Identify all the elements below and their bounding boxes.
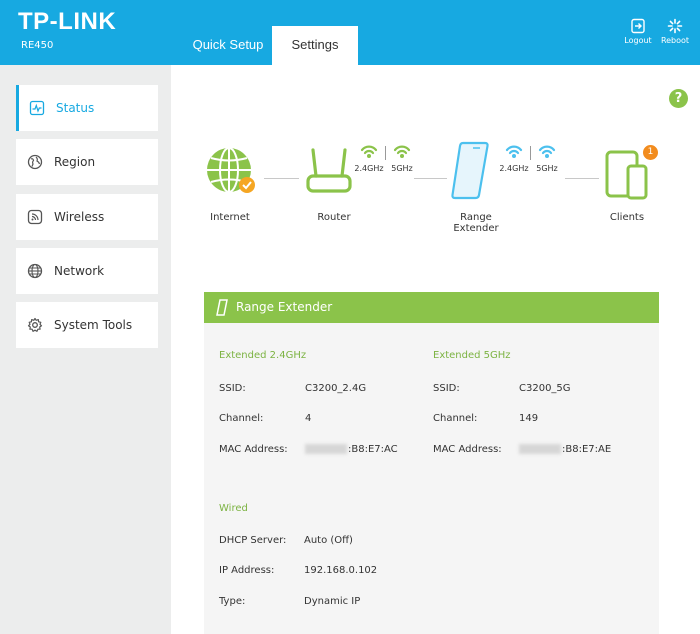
range-extender-label: Range Extender bbox=[453, 212, 499, 234]
internet-label: Internet bbox=[210, 212, 250, 223]
clients-label: Clients bbox=[609, 212, 645, 223]
mac-redaction bbox=[305, 444, 347, 454]
sidebar: Status Region Wireless Network System To… bbox=[0, 65, 171, 634]
network-icon bbox=[26, 262, 44, 280]
top-header: TP-LINK RE450 Quick Setup Settings Logou… bbox=[0, 0, 700, 65]
mac-redaction bbox=[519, 444, 561, 454]
ip-value: 192.168.0.102 bbox=[304, 565, 378, 576]
ssid-5-value: C3200_5G bbox=[519, 383, 571, 394]
sidebar-item-label: System Tools bbox=[54, 318, 133, 332]
logout-label: Logout bbox=[624, 36, 652, 45]
sidebar-item-label: Wireless bbox=[54, 210, 105, 224]
dhcp-label: DHCP Server: bbox=[219, 535, 287, 546]
router-icon[interactable] bbox=[304, 148, 354, 198]
mac-label: MAC Address: bbox=[433, 444, 502, 455]
reboot-icon bbox=[667, 18, 683, 34]
band-24ghz-label: 2.4GHz bbox=[354, 164, 384, 173]
mac-label: MAC Address: bbox=[219, 444, 288, 455]
divider bbox=[385, 146, 386, 160]
sidebar-item-label: Region bbox=[54, 155, 96, 169]
range-extender-icon bbox=[216, 299, 228, 316]
tab-settings[interactable]: Settings bbox=[272, 26, 358, 65]
ssid-label: SSID: bbox=[433, 383, 460, 394]
range-extender-panel-header: Range Extender bbox=[204, 292, 659, 323]
sidebar-item-system-tools[interactable]: System Tools bbox=[16, 302, 158, 348]
wifi-24ghz-icon bbox=[360, 145, 378, 158]
channel-24-value: 4 bbox=[305, 413, 312, 424]
mac-24-suffix: :B8:E7:AC bbox=[348, 444, 398, 455]
tab-quick-setup[interactable]: Quick Setup bbox=[186, 27, 270, 65]
ssid-24-value: C3200_2.4G bbox=[305, 383, 367, 394]
brand-logo: TP-LINK bbox=[18, 8, 117, 35]
range-extender-panel: Extended 2.4GHz SSID: C3200_2.4G Channel… bbox=[204, 323, 659, 634]
gear-icon bbox=[26, 316, 44, 334]
band-5ghz-label: 5GHz bbox=[536, 164, 558, 173]
channel-label: Channel: bbox=[219, 413, 264, 424]
internet-globe-icon[interactable] bbox=[204, 145, 256, 197]
mac-5-value: :B8:E7:AE bbox=[519, 444, 611, 455]
sidebar-item-status[interactable]: Status bbox=[16, 85, 158, 131]
ext5-heading: Extended 5GHz bbox=[433, 350, 511, 361]
status-icon bbox=[28, 99, 46, 117]
wireless-icon bbox=[26, 208, 44, 226]
type-label: Type: bbox=[219, 596, 246, 607]
model-name: RE450 bbox=[21, 40, 54, 51]
panel-title: Range Extender bbox=[236, 300, 333, 314]
router-label: Router bbox=[317, 212, 351, 223]
sidebar-item-network[interactable]: Network bbox=[16, 248, 158, 294]
ip-label: IP Address: bbox=[219, 565, 275, 576]
clients-count-badge: 1 bbox=[643, 145, 658, 160]
wifi-5ghz-icon bbox=[393, 145, 411, 158]
sidebar-item-label: Network bbox=[54, 264, 105, 278]
reboot-button[interactable]: Reboot bbox=[657, 18, 693, 45]
wired-heading: Wired bbox=[219, 503, 248, 514]
wifi-5ghz-icon bbox=[538, 145, 556, 158]
sidebar-item-region[interactable]: Region bbox=[16, 139, 158, 185]
dhcp-value: Auto (Off) bbox=[304, 535, 353, 546]
link-line bbox=[414, 178, 447, 179]
mac-24-value: :B8:E7:AC bbox=[305, 444, 398, 455]
logout-button[interactable]: Logout bbox=[620, 18, 656, 45]
help-icon[interactable]: ? bbox=[669, 89, 688, 108]
link-line bbox=[565, 178, 599, 179]
band-24ghz-label: 2.4GHz bbox=[499, 164, 529, 173]
reboot-label: Reboot bbox=[660, 36, 690, 45]
sidebar-item-label: Status bbox=[56, 101, 95, 115]
logout-icon bbox=[631, 18, 645, 34]
range-extender-icon[interactable] bbox=[449, 140, 491, 202]
link-line bbox=[264, 178, 299, 179]
ext24-heading: Extended 2.4GHz bbox=[219, 350, 307, 361]
type-value: Dynamic IP bbox=[304, 596, 361, 607]
channel-5-value: 149 bbox=[519, 413, 539, 424]
wifi-24ghz-icon bbox=[505, 145, 523, 158]
globe-icon bbox=[26, 153, 44, 171]
ssid-label: SSID: bbox=[219, 383, 246, 394]
band-5ghz-label: 5GHz bbox=[391, 164, 413, 173]
mac-5-suffix: :B8:E7:AE bbox=[562, 444, 612, 455]
divider bbox=[530, 146, 531, 160]
sidebar-item-wireless[interactable]: Wireless bbox=[16, 194, 158, 240]
channel-label: Channel: bbox=[433, 413, 478, 424]
